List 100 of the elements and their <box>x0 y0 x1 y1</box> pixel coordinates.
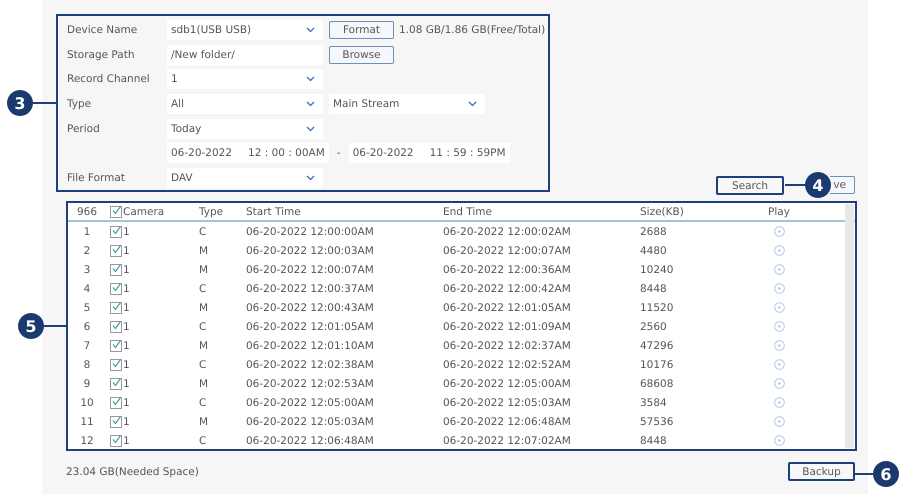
date-field[interactable]: 06-20-2022 <box>167 147 240 160</box>
field-label: Type <box>67 98 92 110</box>
table-cell: 1 <box>123 434 130 446</box>
range-separator: - <box>336 147 341 160</box>
backup-button[interactable]: Backup <box>788 462 855 481</box>
checkbox[interactable] <box>110 302 122 314</box>
scrollbar[interactable] <box>845 204 854 448</box>
play-icon[interactable] <box>774 340 784 351</box>
table-cell-text: M <box>199 416 210 428</box>
table-cell: 1 <box>123 358 130 370</box>
table-cell-text: 10240 <box>640 264 674 276</box>
table-cell: 1 <box>123 244 130 256</box>
storage-info: 1.08 GB/1.86 GB(Free/Total) <box>399 24 546 36</box>
play-icon[interactable] <box>774 226 784 237</box>
play-icon[interactable] <box>774 359 784 370</box>
table-cell: 1 <box>123 378 130 390</box>
table-cell: 1 <box>123 416 130 428</box>
checkbox[interactable] <box>110 264 122 276</box>
play-icon[interactable] <box>774 321 784 332</box>
table-cell: 2 <box>84 244 90 256</box>
table-cell: 4 <box>84 282 90 294</box>
checkbox[interactable] <box>110 282 122 294</box>
dropdown[interactable]: Main Stream <box>329 94 485 114</box>
dropdown[interactable]: All <box>167 94 323 114</box>
dropdown[interactable]: sdb1(USB USB) <box>167 20 323 40</box>
dropdown[interactable]: 1 <box>167 69 323 90</box>
column-header: Type <box>199 206 224 218</box>
callout-badge: 3 <box>7 90 33 116</box>
checkbox[interactable] <box>110 378 122 390</box>
table-cell-text: C <box>199 226 208 238</box>
checkbox[interactable] <box>110 340 122 352</box>
checkbox[interactable] <box>110 244 122 256</box>
table-cell: 9 <box>84 378 90 390</box>
table-cell-text: C <box>199 434 208 446</box>
column-header: Size(KB) <box>640 206 685 218</box>
checkbox[interactable] <box>110 320 122 332</box>
column-header: 966 <box>76 206 98 218</box>
checkbox[interactable] <box>110 206 122 218</box>
date-field[interactable]: 06-20-2022 <box>348 147 422 160</box>
table-cell-text: M <box>199 244 210 256</box>
table-cell: 1 <box>123 282 130 294</box>
table-cell-text: 06-20-2022 12:00:03AM <box>246 244 375 256</box>
checkbox[interactable] <box>110 358 122 370</box>
field-label: Period <box>67 122 101 135</box>
table-cell-text: 06-20-2022 12:07:02AM <box>443 434 572 446</box>
chevron-down-icon[interactable] <box>468 101 477 108</box>
chevron-down-icon[interactable] <box>306 174 315 181</box>
column-header: Play <box>768 206 790 218</box>
form-button[interactable]: Browse <box>329 46 394 64</box>
table-cell-text: 06-20-2022 12:00:36AM <box>443 264 572 276</box>
checkbox[interactable] <box>110 396 122 408</box>
table-cell-text: 06-20-2022 12:00:07AM <box>246 264 375 276</box>
table-cell-text: 06-20-2022 12:06:48AM <box>443 416 572 428</box>
table-cell-text: 8448 <box>640 282 668 294</box>
table-cell-text: C <box>199 396 208 408</box>
chevron-down-icon[interactable] <box>306 27 315 34</box>
needed-space-text: 23.04 GB(Needed Space) <box>66 466 199 478</box>
table-cell: 5 <box>84 302 90 314</box>
table-cell-text: M <box>199 378 210 390</box>
field-label: File Format <box>67 172 126 184</box>
callout-badge: 5 <box>18 313 44 339</box>
table-cell-text: 3584 <box>640 396 668 408</box>
play-icon[interactable] <box>774 416 784 427</box>
play-icon[interactable] <box>774 245 784 256</box>
form-button[interactable]: Format <box>329 21 394 40</box>
table-cell: 1 <box>123 396 130 408</box>
play-icon[interactable] <box>774 283 784 294</box>
chevron-down-icon[interactable] <box>306 126 315 132</box>
time-field[interactable]: 12 : 00 : 00AM <box>240 147 329 160</box>
table-cell-text: C <box>199 358 208 370</box>
field-label: Storage Path <box>67 48 136 61</box>
dropdown[interactable]: Today <box>167 118 323 139</box>
play-icon[interactable] <box>774 302 784 313</box>
chevron-down-icon[interactable] <box>306 101 315 108</box>
table-cell-text: 06-20-2022 12:01:09AM <box>443 320 572 332</box>
checkbox[interactable] <box>110 416 122 428</box>
remove-button[interactable]: ve <box>830 176 855 194</box>
time-field[interactable]: 11 : 59 : 59PM <box>422 147 510 160</box>
table-cell-text: C <box>199 282 208 294</box>
table-cell-text: 06-20-2022 12:00:43AM <box>246 302 375 314</box>
table-cell-text: 2688 <box>640 226 668 238</box>
table-cell-text: 10176 <box>640 358 674 370</box>
chevron-down-icon[interactable] <box>306 76 315 82</box>
play-icon[interactable] <box>774 264 784 275</box>
input-field[interactable]: /New folder/ <box>167 44 323 65</box>
checkbox[interactable] <box>110 434 122 446</box>
table-cell-text: 06-20-2022 12:02:53AM <box>246 378 375 390</box>
table-cell-text: 06-20-2022 12:05:03AM <box>246 416 375 428</box>
table-cell: 11 <box>80 416 94 428</box>
checkbox[interactable] <box>110 226 122 238</box>
column-header: Camera <box>123 206 164 218</box>
field-label: Device Name <box>67 24 138 36</box>
play-icon[interactable] <box>774 435 784 446</box>
table-cell: 1 <box>123 320 130 332</box>
table-cell: 7 <box>84 340 90 352</box>
search-button[interactable]: Search <box>716 176 784 195</box>
play-icon[interactable] <box>774 397 784 408</box>
table-cell: 1 <box>123 302 130 314</box>
play-icon[interactable] <box>774 378 784 389</box>
dropdown[interactable]: DAV <box>167 168 323 188</box>
